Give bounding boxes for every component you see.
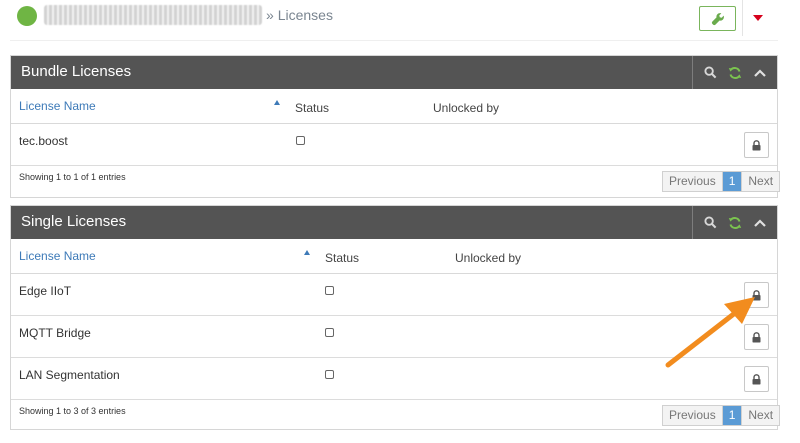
lock-icon bbox=[752, 373, 761, 384]
bundle-licenses-panel: Bundle Licenses License Name Status Unlo… bbox=[10, 55, 781, 199]
table-row: MQTT Bridge bbox=[11, 316, 777, 358]
device-name-redacted bbox=[44, 5, 262, 25]
license-name: tec.boost bbox=[19, 134, 68, 148]
previous-page-button[interactable]: Previous bbox=[663, 406, 723, 425]
column-license-name[interactable]: License Name bbox=[19, 99, 96, 113]
collapse-button[interactable] bbox=[752, 65, 768, 81]
sort-asc-icon bbox=[304, 250, 310, 255]
menu-dropdown-button[interactable] bbox=[748, 9, 768, 27]
search-icon bbox=[703, 66, 716, 79]
table-footer: Showing 1 to 3 of 3 entries Previous 1 N… bbox=[11, 400, 781, 433]
license-name: MQTT Bridge bbox=[19, 326, 91, 340]
wrench-icon bbox=[711, 12, 724, 25]
unlock-button[interactable] bbox=[744, 366, 769, 392]
column-unlocked-by[interactable]: Unlocked by bbox=[433, 101, 499, 115]
panel-tools bbox=[692, 56, 777, 89]
panel-title: Bundle Licenses bbox=[21, 63, 132, 80]
collapse-button[interactable] bbox=[752, 215, 768, 231]
status-checkbox[interactable] bbox=[325, 370, 334, 379]
search-button[interactable] bbox=[702, 65, 718, 81]
table-footer: Showing 1 to 1 of 1 entries Previous 1 N… bbox=[11, 166, 781, 199]
panel-header: Bundle Licenses bbox=[11, 56, 777, 89]
search-button[interactable] bbox=[702, 215, 718, 231]
table-row: LAN Segmentation bbox=[11, 358, 777, 400]
refresh-icon bbox=[728, 66, 742, 79]
page-1-button[interactable]: 1 bbox=[722, 406, 742, 425]
collapse-icon bbox=[754, 68, 766, 77]
column-license-name[interactable]: License Name bbox=[19, 249, 96, 263]
entries-info: Showing 1 to 3 of 3 entries bbox=[19, 406, 126, 416]
panel-title: Single Licenses bbox=[21, 213, 127, 230]
unlock-button[interactable] bbox=[744, 282, 769, 308]
pagination: Previous 1 Next bbox=[662, 405, 781, 426]
lock-icon bbox=[752, 289, 761, 300]
lock-icon bbox=[752, 139, 761, 150]
page-1-button[interactable]: 1 bbox=[722, 172, 742, 191]
panel-tools bbox=[692, 206, 777, 239]
status-checkbox[interactable] bbox=[296, 136, 305, 145]
search-icon bbox=[703, 216, 716, 229]
column-status[interactable]: Status bbox=[295, 101, 329, 115]
breadcrumb: » Licenses bbox=[266, 7, 333, 23]
refresh-button[interactable] bbox=[727, 65, 743, 81]
collapse-icon bbox=[754, 218, 766, 227]
header-rule bbox=[10, 40, 778, 41]
status-checkbox[interactable] bbox=[325, 328, 334, 337]
top-bar: » Licenses bbox=[0, 0, 800, 41]
sort-asc-icon bbox=[274, 100, 280, 105]
table-header: License Name Status Unlocked by bbox=[11, 89, 777, 124]
previous-page-button[interactable]: Previous bbox=[663, 172, 723, 191]
column-status[interactable]: Status bbox=[325, 251, 359, 265]
next-page-button[interactable]: Next bbox=[741, 406, 780, 425]
lock-icon bbox=[752, 331, 761, 342]
license-name: Edge IIoT bbox=[19, 284, 72, 298]
license-name: LAN Segmentation bbox=[19, 368, 120, 382]
unlock-button[interactable] bbox=[744, 132, 769, 158]
pagination: Previous 1 Next bbox=[662, 171, 781, 192]
refresh-button[interactable] bbox=[727, 215, 743, 231]
next-page-button[interactable]: Next bbox=[741, 172, 780, 191]
unlock-button[interactable] bbox=[744, 324, 769, 350]
table-row: tec.boost bbox=[11, 124, 777, 166]
panel-header: Single Licenses bbox=[11, 206, 777, 239]
device-status-indicator bbox=[17, 6, 37, 26]
status-checkbox[interactable] bbox=[325, 286, 334, 295]
entries-info: Showing 1 to 1 of 1 entries bbox=[19, 172, 126, 182]
table-row: Edge IIoT bbox=[11, 274, 777, 316]
settings-button[interactable] bbox=[699, 6, 736, 31]
refresh-icon bbox=[728, 216, 742, 229]
caret-down-icon bbox=[753, 14, 763, 21]
breadcrumb-separator: » bbox=[266, 7, 274, 23]
breadcrumb-current: Licenses bbox=[277, 7, 333, 23]
table-header: License Name Status Unlocked by bbox=[11, 239, 777, 274]
column-unlocked-by[interactable]: Unlocked by bbox=[455, 251, 521, 265]
single-licenses-panel: Single Licenses License Name Status Unlo… bbox=[10, 205, 781, 433]
header-divider bbox=[742, 0, 743, 36]
